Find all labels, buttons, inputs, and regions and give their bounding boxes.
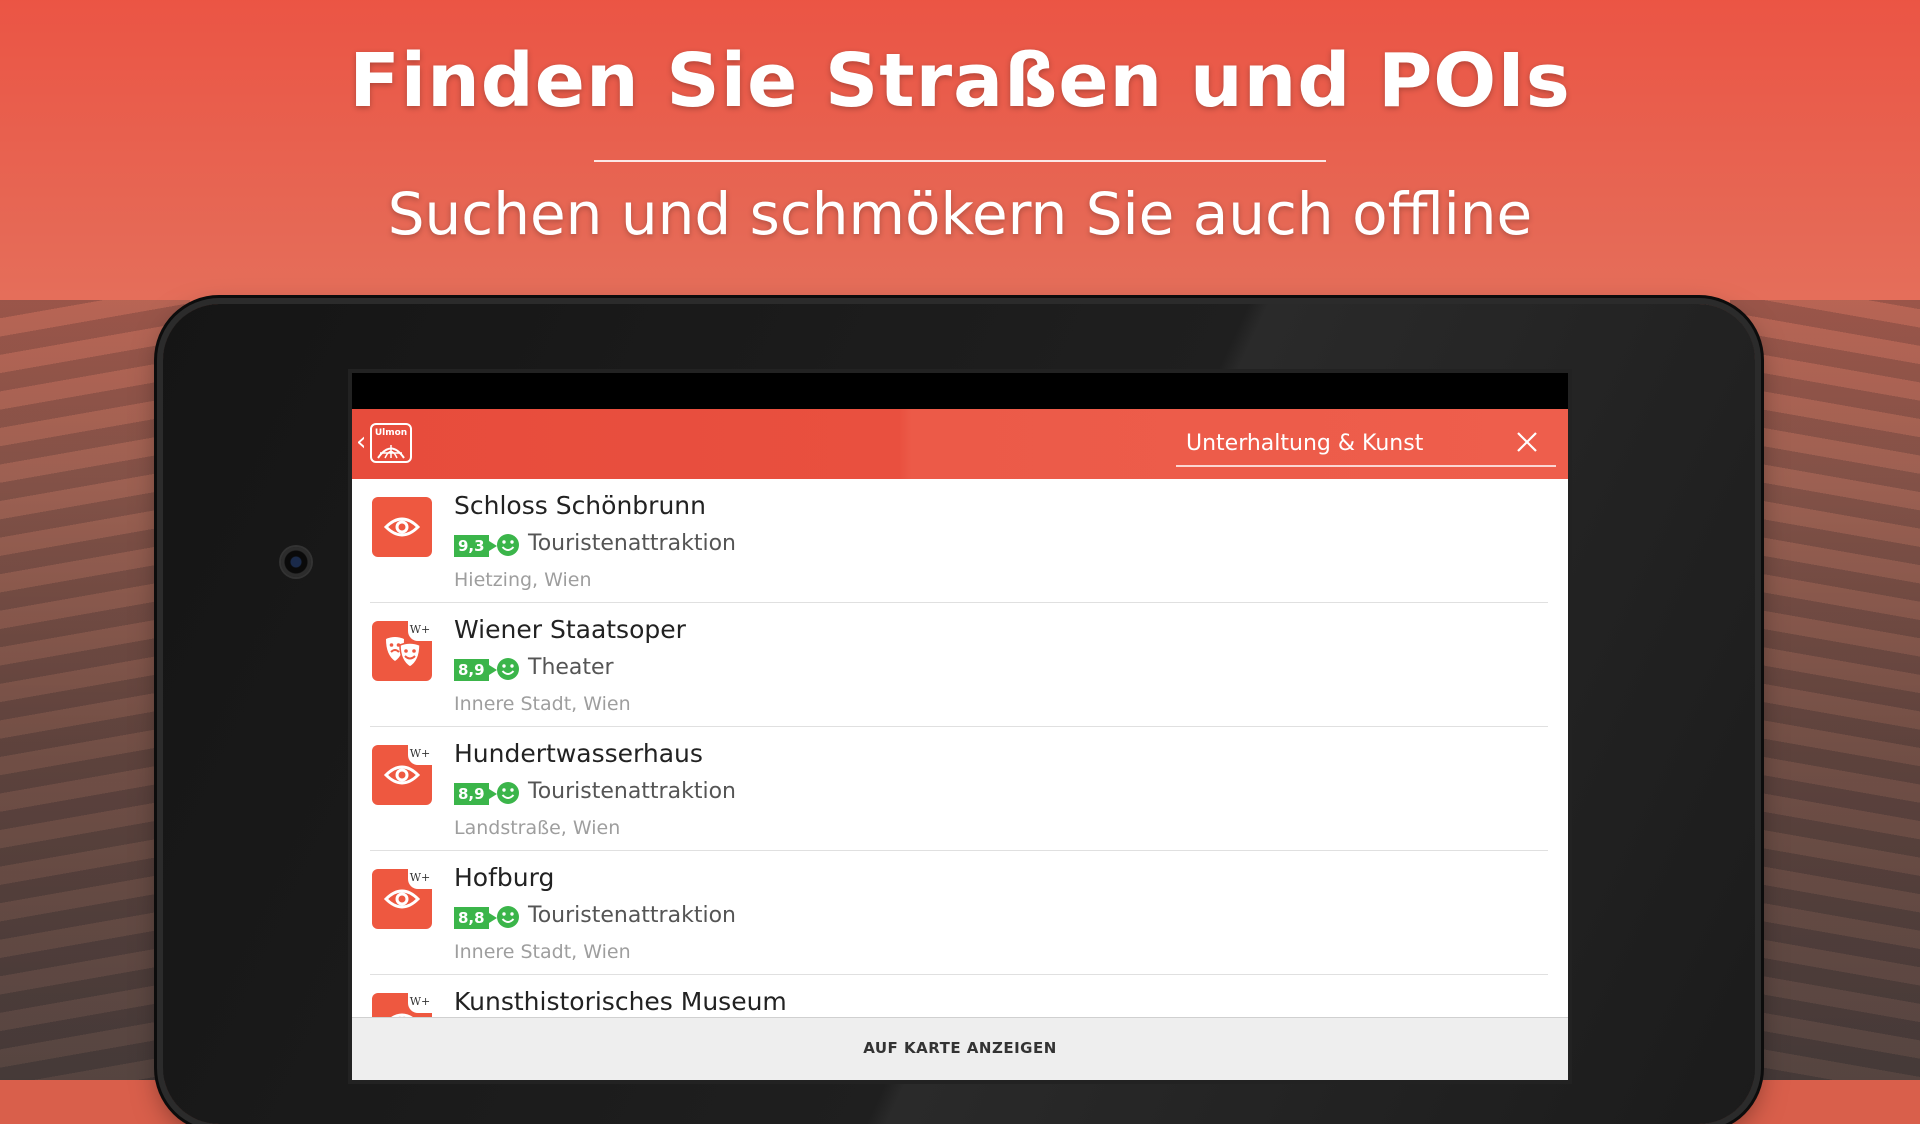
smiley-icon <box>497 534 519 556</box>
search-field <box>1176 421 1556 467</box>
camera-icon <box>281 547 311 577</box>
poi-category-icon <box>372 497 432 557</box>
poi-type: Touristenattraktion <box>528 779 736 804</box>
status-bar <box>352 373 1568 409</box>
poi-name: Hundertwasserhaus <box>454 739 703 768</box>
poi-location: Innere Stadt, Wien <box>454 693 631 715</box>
poi-type: Theater <box>528 655 614 680</box>
rating-badge: 8,9 <box>454 783 497 805</box>
poi-name: Kunsthistorisches Museum <box>454 987 787 1016</box>
app-logo[interactable]: Ulmon <box>370 423 412 463</box>
background-rooftops-right <box>1730 300 1920 1080</box>
poi-category-icon: W+ <box>372 621 432 681</box>
promo-headline: Finden Sie Straßen und POIs <box>349 38 1571 124</box>
rating-badge: 9,3 <box>454 535 497 557</box>
poi-type: Touristenattraktion <box>528 531 736 556</box>
eye-icon <box>384 517 420 537</box>
background-rooftops-left <box>0 300 190 1080</box>
eye-icon <box>384 765 420 785</box>
poi-type: Touristenattraktion <box>528 903 736 928</box>
poi-list-item[interactable]: Schloss Schönbrunn 9,3 Touristenattrakti… <box>352 479 1568 603</box>
poi-list-item[interactable]: W+ Hofburg 8,8 Touristenattraktion Inner… <box>352 851 1568 975</box>
close-icon[interactable] <box>1514 429 1540 455</box>
globe-icon <box>377 445 405 459</box>
theater-masks-icon <box>386 637 421 668</box>
poi-category-icon: W+ <box>372 745 432 805</box>
promo-divider <box>594 160 1326 162</box>
back-chevron-icon[interactable]: ‹ <box>356 429 366 455</box>
rating-badge: 8,8 <box>454 907 497 929</box>
device-screen: ‹ Ulmon Unterhaltung & Kunst Schloss Sch… <box>352 373 1568 1080</box>
poi-location: Innere Stadt, Wien <box>454 941 631 963</box>
show-on-map-button[interactable]: AUF KARTE ANZEIGEN <box>352 1018 1568 1078</box>
smiley-icon <box>497 658 519 680</box>
smiley-icon <box>497 906 519 928</box>
bottom-action-bar: AUF KARTE ANZEIGEN <box>352 1017 1568 1080</box>
eye-icon <box>384 889 420 909</box>
app-bar: ‹ Ulmon <box>352 409 1568 479</box>
app-logo-text: Ulmon <box>374 428 408 438</box>
poi-name: Hofburg <box>454 863 555 892</box>
search-input[interactable] <box>1184 423 1508 463</box>
poi-name: Schloss Schönbrunn <box>454 491 706 520</box>
poi-list: Schloss Schönbrunn 9,3 Touristenattrakti… <box>352 479 1568 1080</box>
poi-location: Hietzing, Wien <box>454 569 592 591</box>
promo-subline: Suchen und schmökern Sie auch offline <box>387 180 1533 248</box>
poi-name: Wiener Staatsoper <box>454 615 686 644</box>
poi-category-icon: W+ <box>372 869 432 929</box>
smiley-icon <box>497 782 519 804</box>
poi-list-item[interactable]: W+ Hundertwasserhaus 8,9 Touristenattrak… <box>352 727 1568 851</box>
poi-list-item[interactable]: W+ Wiener Staatsoper 8,9 Theater Innere … <box>352 603 1568 727</box>
poi-location: Landstraße, Wien <box>454 817 621 839</box>
rating-badge: 8,9 <box>454 659 497 681</box>
